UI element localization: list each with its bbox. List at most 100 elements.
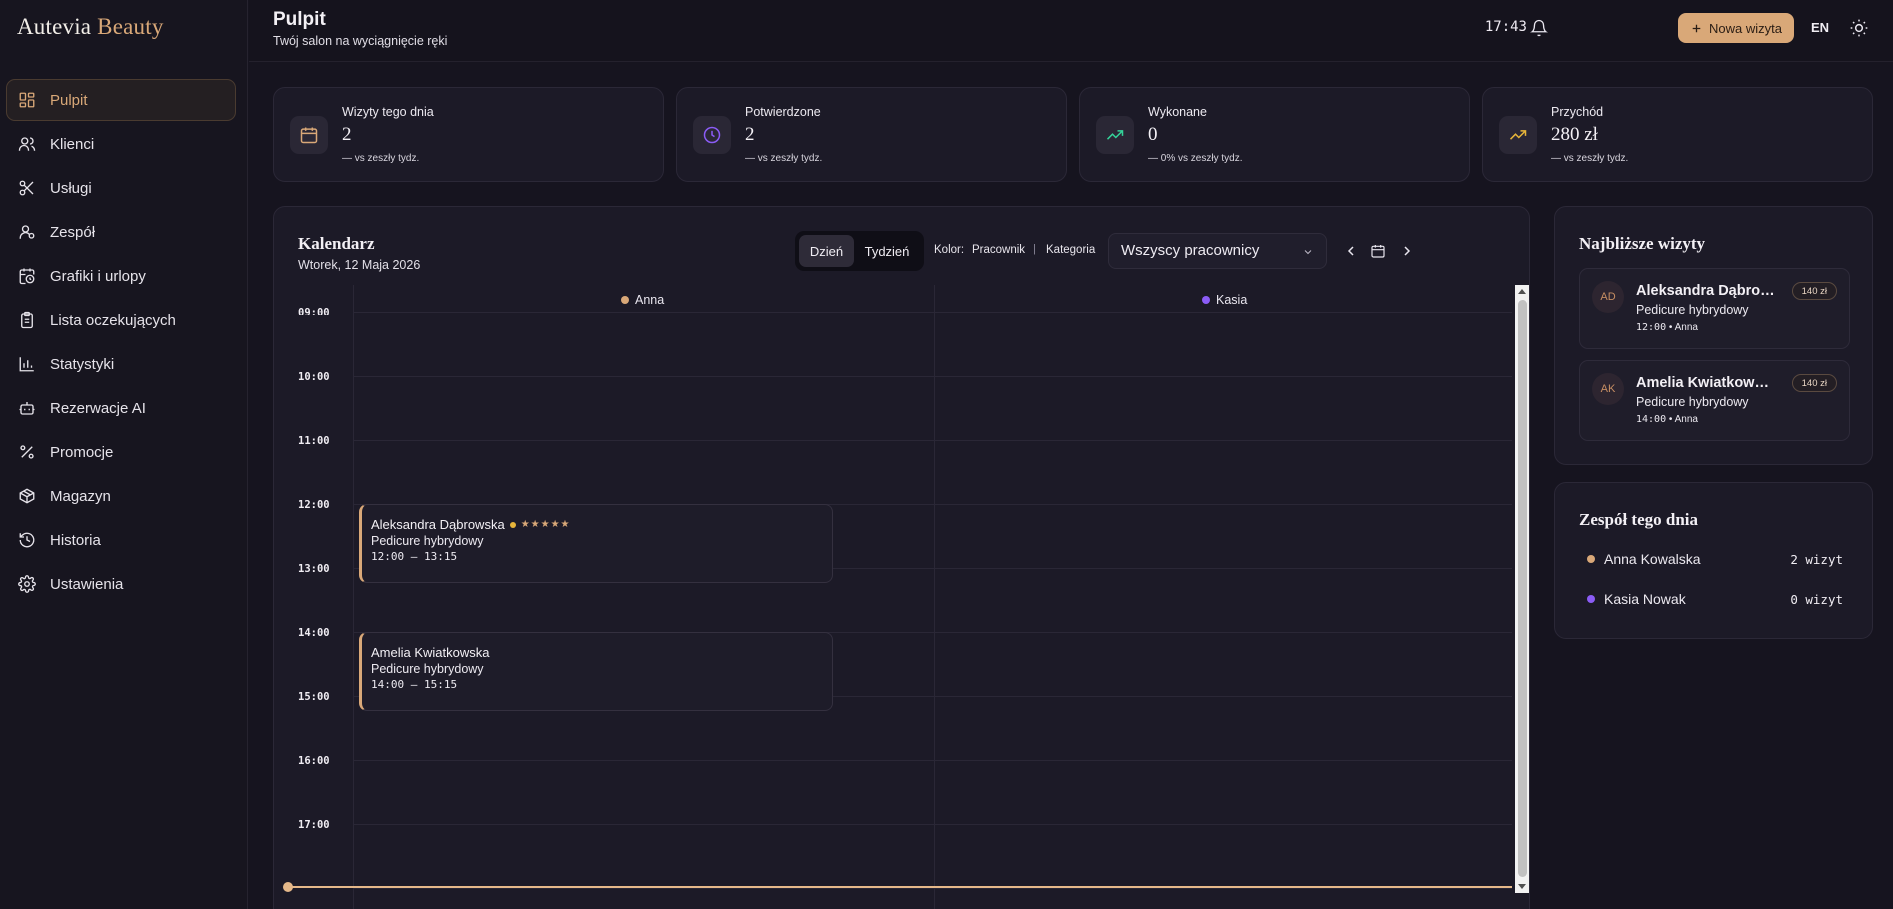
scrollbar[interactable]	[1515, 285, 1529, 893]
sidebar-item-label: Zespół	[50, 223, 96, 241]
sidebar-item-lista[interactable]: Lista oczekujących	[6, 299, 236, 341]
view-toggle: Dzień Tydzień	[795, 231, 924, 271]
hour-label: 12:00	[298, 499, 330, 511]
history-icon	[19, 532, 35, 548]
color-by-worker[interactable]: Pracownik	[972, 244, 1025, 256]
upcoming-visit-card[interactable]: AD Aleksandra Dąbrowska Pedicure hybrydo…	[1579, 268, 1850, 349]
upcoming-visit-card[interactable]: AK Amelia Kwiatkowska Pedicure hybrydowy…	[1579, 360, 1850, 441]
stat-value: 0	[1148, 124, 1158, 145]
event-client-name: Amelia Kwiatkowska	[371, 645, 490, 660]
sidebar-item-pulpit[interactable]: Pulpit	[6, 79, 236, 121]
sidebar-item-label: Rezerwacje AI	[50, 399, 146, 417]
view-week-button[interactable]: Tydzień	[858, 235, 916, 267]
current-time-dot	[283, 882, 293, 892]
avatar: AK	[1592, 373, 1624, 405]
percent-icon	[20, 445, 34, 459]
view-day-button[interactable]: Dzień	[799, 235, 854, 267]
current-time-line	[288, 886, 1512, 888]
sidebar-item-statystyki[interactable]: Statystyki	[6, 343, 236, 385]
clock-icon	[703, 126, 721, 144]
bar-chart-icon	[19, 357, 34, 372]
scroll-down-arrow[interactable]	[1518, 884, 1526, 889]
sidebar-item-label: Grafiki i urlopy	[50, 267, 146, 285]
hour-line	[354, 888, 1512, 889]
visit-time: 14:00	[1636, 414, 1667, 425]
day-grid[interactable]: Anna Kasia 09:00 10:00 11:00 12:00 13:00…	[274, 285, 1512, 909]
event-client: Aleksandra Dąbrowska ★★★★★	[371, 517, 823, 532]
brand-suffix: Beauty	[97, 14, 164, 39]
page-subtitle: Twój salon na wyciągnięcie ręki	[273, 34, 448, 48]
worker-color-dot	[1202, 296, 1210, 304]
worker-select[interactable]: Wszyscy pracownicy	[1108, 233, 1327, 269]
column-header-anna: Anna	[621, 293, 664, 307]
event-client: Amelia Kwiatkowska	[371, 645, 823, 660]
avatar: AD	[1592, 281, 1624, 313]
upcoming-visits-title: Najbliższe wizyty	[1579, 234, 1706, 253]
chevron-right-icon[interactable]	[1399, 243, 1415, 259]
team-member-count: 2 wizyt	[1790, 551, 1843, 567]
chevron-left-icon[interactable]	[1343, 243, 1359, 259]
stat-card-visits: Wizyty tego dnia 2 — vs zeszły tydz.	[273, 87, 664, 182]
sidebar-item-historia[interactable]: Historia	[6, 519, 236, 561]
color-by-category[interactable]: Kategoria	[1046, 244, 1095, 256]
hour-label: 09:00	[298, 307, 330, 315]
time-axis-divider	[353, 285, 354, 909]
scrollbar-thumb[interactable]	[1518, 300, 1527, 877]
hour-label: 14:00	[298, 627, 330, 639]
hour-line	[354, 760, 1512, 761]
visit-client-name: Amelia Kwiatkowska	[1636, 375, 1776, 391]
stat-trend: — vs zeszły tydz.	[745, 153, 823, 164]
language-switch[interactable]: EN	[1811, 20, 1829, 35]
new-visit-label: Nowa wizyta	[1709, 20, 1782, 36]
visit-worker: Anna	[1674, 322, 1698, 333]
calendar-today-icon[interactable]	[1370, 243, 1386, 259]
stat-icon-box	[290, 116, 328, 154]
stat-label: Wizyty tego dnia	[342, 105, 434, 119]
sidebar-item-label: Historia	[50, 531, 101, 549]
event-service: Pedicure hybrydowy	[371, 662, 484, 676]
hour-line	[354, 312, 1512, 313]
visit-meta: 14:00 • Anna	[1636, 414, 1698, 425]
sidebar-item-grafiki[interactable]: Grafiki i urlopy	[6, 255, 236, 297]
column-divider	[934, 285, 935, 909]
calendar-date: Wtorek, 12 Maja 2026	[298, 258, 421, 272]
stat-label: Przychód	[1551, 105, 1604, 119]
sidebar-item-ustawienia[interactable]: Ustawienia	[6, 563, 236, 605]
scroll-up-arrow[interactable]	[1518, 289, 1526, 294]
team-member-row: Anna Kowalska 2 wizyt	[1587, 551, 1843, 567]
sun-icon[interactable]	[1849, 18, 1869, 38]
bell-icon[interactable]	[1530, 19, 1548, 37]
stat-label: Wykonane	[1148, 105, 1207, 119]
brand-logo[interactable]: Autevia Beauty	[17, 14, 164, 40]
worker-select-value: Wszyscy pracownicy	[1121, 242, 1260, 259]
appointment-event[interactable]: Aleksandra Dąbrowska ★★★★★ Pedicure hybr…	[359, 504, 833, 583]
appointment-event[interactable]: Amelia Kwiatkowska Pedicure hybrydowy 14…	[359, 632, 833, 711]
plus-icon	[1692, 24, 1701, 32]
sidebar-item-label: Usługi	[50, 179, 92, 197]
sidebar-item-magazyn[interactable]: Magazyn	[6, 475, 236, 517]
stat-value: 280 zł	[1551, 124, 1598, 145]
visit-meta-separator: •	[1668, 322, 1673, 333]
sidebar-item-zespol[interactable]: Zespół	[6, 211, 236, 253]
visit-client-name: Aleksandra Dąbrowska	[1636, 283, 1776, 299]
price-badge: 140 zł	[1791, 282, 1837, 300]
rating-stars: ★★★★★	[520, 519, 571, 530]
sidebar-item-rezerwacje-ai[interactable]: Rezerwacje AI	[6, 387, 236, 429]
worker-color-dot	[1587, 595, 1595, 603]
sidebar-item-label: Statystyki	[50, 355, 115, 373]
new-visit-button[interactable]: Nowa wizyta	[1678, 13, 1794, 43]
sidebar: Autevia Beauty Pulpit Klienci Usługi Zes…	[0, 0, 248, 909]
team-today-panel: Zespół tego dnia Anna Kowalska 2 wizyt K…	[1554, 482, 1873, 639]
user-team-icon	[19, 225, 35, 239]
sidebar-item-uslugi[interactable]: Usługi	[6, 167, 236, 209]
visit-time: 12:00	[1636, 322, 1667, 333]
sidebar-item-promocje[interactable]: Promocje	[6, 431, 236, 473]
column-header-label: Anna	[635, 293, 665, 307]
visit-service: Pedicure hybrydowy	[1636, 303, 1749, 317]
sidebar-item-klienci[interactable]: Klienci	[6, 123, 236, 165]
visit-meta: 12:00 • Anna	[1636, 322, 1698, 333]
stat-value: 2	[745, 124, 755, 145]
hour-line	[354, 440, 1512, 441]
color-label: Kolor:	[934, 244, 965, 256]
trending-up-icon	[1509, 130, 1527, 140]
